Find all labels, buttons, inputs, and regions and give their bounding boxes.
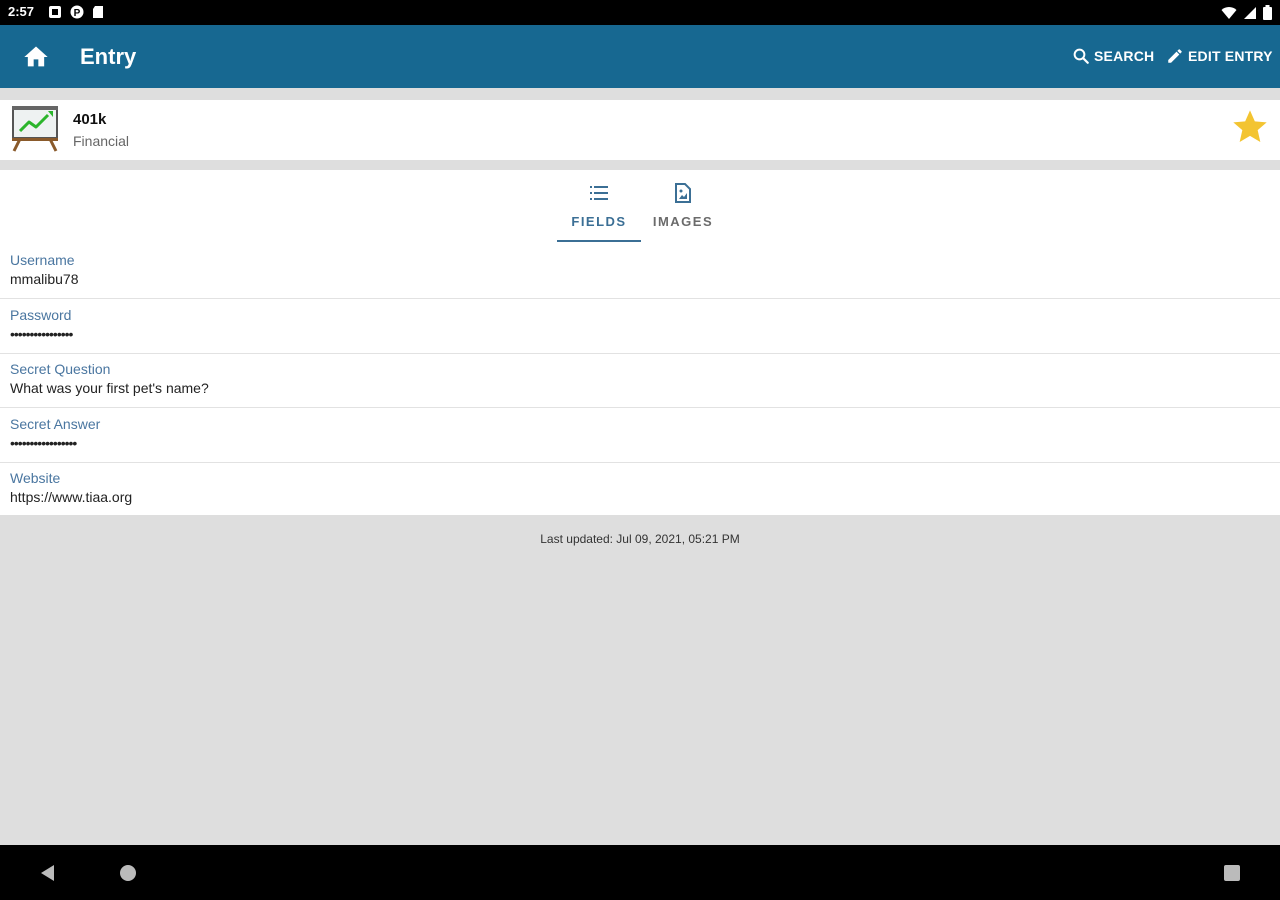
tab-images-label: IMAGES xyxy=(652,214,714,229)
edit-entry-button[interactable]: EDIT ENTRY xyxy=(1166,47,1273,65)
field-value: •••••••••••••••• xyxy=(10,326,73,342)
notification-p-icon: P xyxy=(70,5,84,19)
favorite-star-icon[interactable] xyxy=(1230,107,1270,147)
field-label: Secret Question xyxy=(10,361,111,377)
entry-header: 401k Financial xyxy=(0,100,1280,160)
field-label: Password xyxy=(10,307,72,323)
screen: 2:57 P Entry SEARCH EDIT ENTRY 401k Fina… xyxy=(0,0,1280,900)
status-time: 2:57 xyxy=(8,4,35,19)
nav-home-icon[interactable] xyxy=(119,864,137,882)
wifi-icon xyxy=(1221,6,1237,19)
recents-icon[interactable] xyxy=(1223,864,1241,882)
notification-sd-card-icon xyxy=(93,6,103,18)
edit-entry-button-label: EDIT ENTRY xyxy=(1188,48,1273,64)
field-label: Secret Answer xyxy=(10,416,101,432)
page-title: Entry xyxy=(80,44,137,69)
entry-title: 401k xyxy=(73,111,107,128)
field-row-website[interactable]: Website https://www.tiaa.org xyxy=(0,462,1280,516)
field-value: https://www.tiaa.org xyxy=(10,489,133,505)
field-value: What was your first pet's name? xyxy=(10,380,209,396)
home-icon[interactable] xyxy=(22,43,50,71)
status-notification-icons: P xyxy=(48,5,104,19)
search-button[interactable]: SEARCH xyxy=(1072,47,1154,65)
tab-fields-label: FIELDS xyxy=(571,214,627,229)
tab-images[interactable]: IMAGES xyxy=(641,170,725,242)
svg-text:P: P xyxy=(74,8,81,19)
presentation-chart-icon xyxy=(12,106,58,152)
field-row-username[interactable]: Username mmalibu78 xyxy=(0,244,1280,299)
field-value: mmalibu78 xyxy=(10,271,79,287)
field-value: ••••••••••••••••• xyxy=(10,435,77,451)
list-icon xyxy=(590,186,608,200)
app-bar: Entry SEARCH EDIT ENTRY xyxy=(0,25,1280,88)
last-updated-text: Last updated: Jul 09, 2021, 05:21 PM xyxy=(540,532,740,546)
tab-fields[interactable]: FIELDS xyxy=(557,170,641,242)
back-icon[interactable] xyxy=(38,863,58,883)
status-system-icons xyxy=(1221,5,1272,20)
pencil-icon xyxy=(1168,49,1182,63)
entry-category: Financial xyxy=(73,133,130,149)
notification-app-icon xyxy=(49,6,61,18)
search-icon xyxy=(1073,48,1089,64)
entry-content: FIELDS IMAGES Username mmalibu78 Passwor… xyxy=(0,170,1280,515)
status-bar: 2:57 P xyxy=(0,0,1280,25)
navigation-bar xyxy=(0,845,1280,900)
field-row-password[interactable]: Password •••••••••••••••• xyxy=(0,299,1280,354)
field-label: Website xyxy=(10,470,61,486)
field-row-secret-question[interactable]: Secret Question What was your first pet'… xyxy=(0,353,1280,408)
active-tab-indicator xyxy=(557,240,641,242)
battery-icon xyxy=(1263,5,1272,20)
field-row-secret-answer[interactable]: Secret Answer ••••••••••••••••• xyxy=(0,408,1280,463)
search-button-label: SEARCH xyxy=(1094,48,1155,64)
signal-icon xyxy=(1244,6,1256,19)
image-file-icon xyxy=(675,183,691,203)
field-label: Username xyxy=(10,252,75,268)
